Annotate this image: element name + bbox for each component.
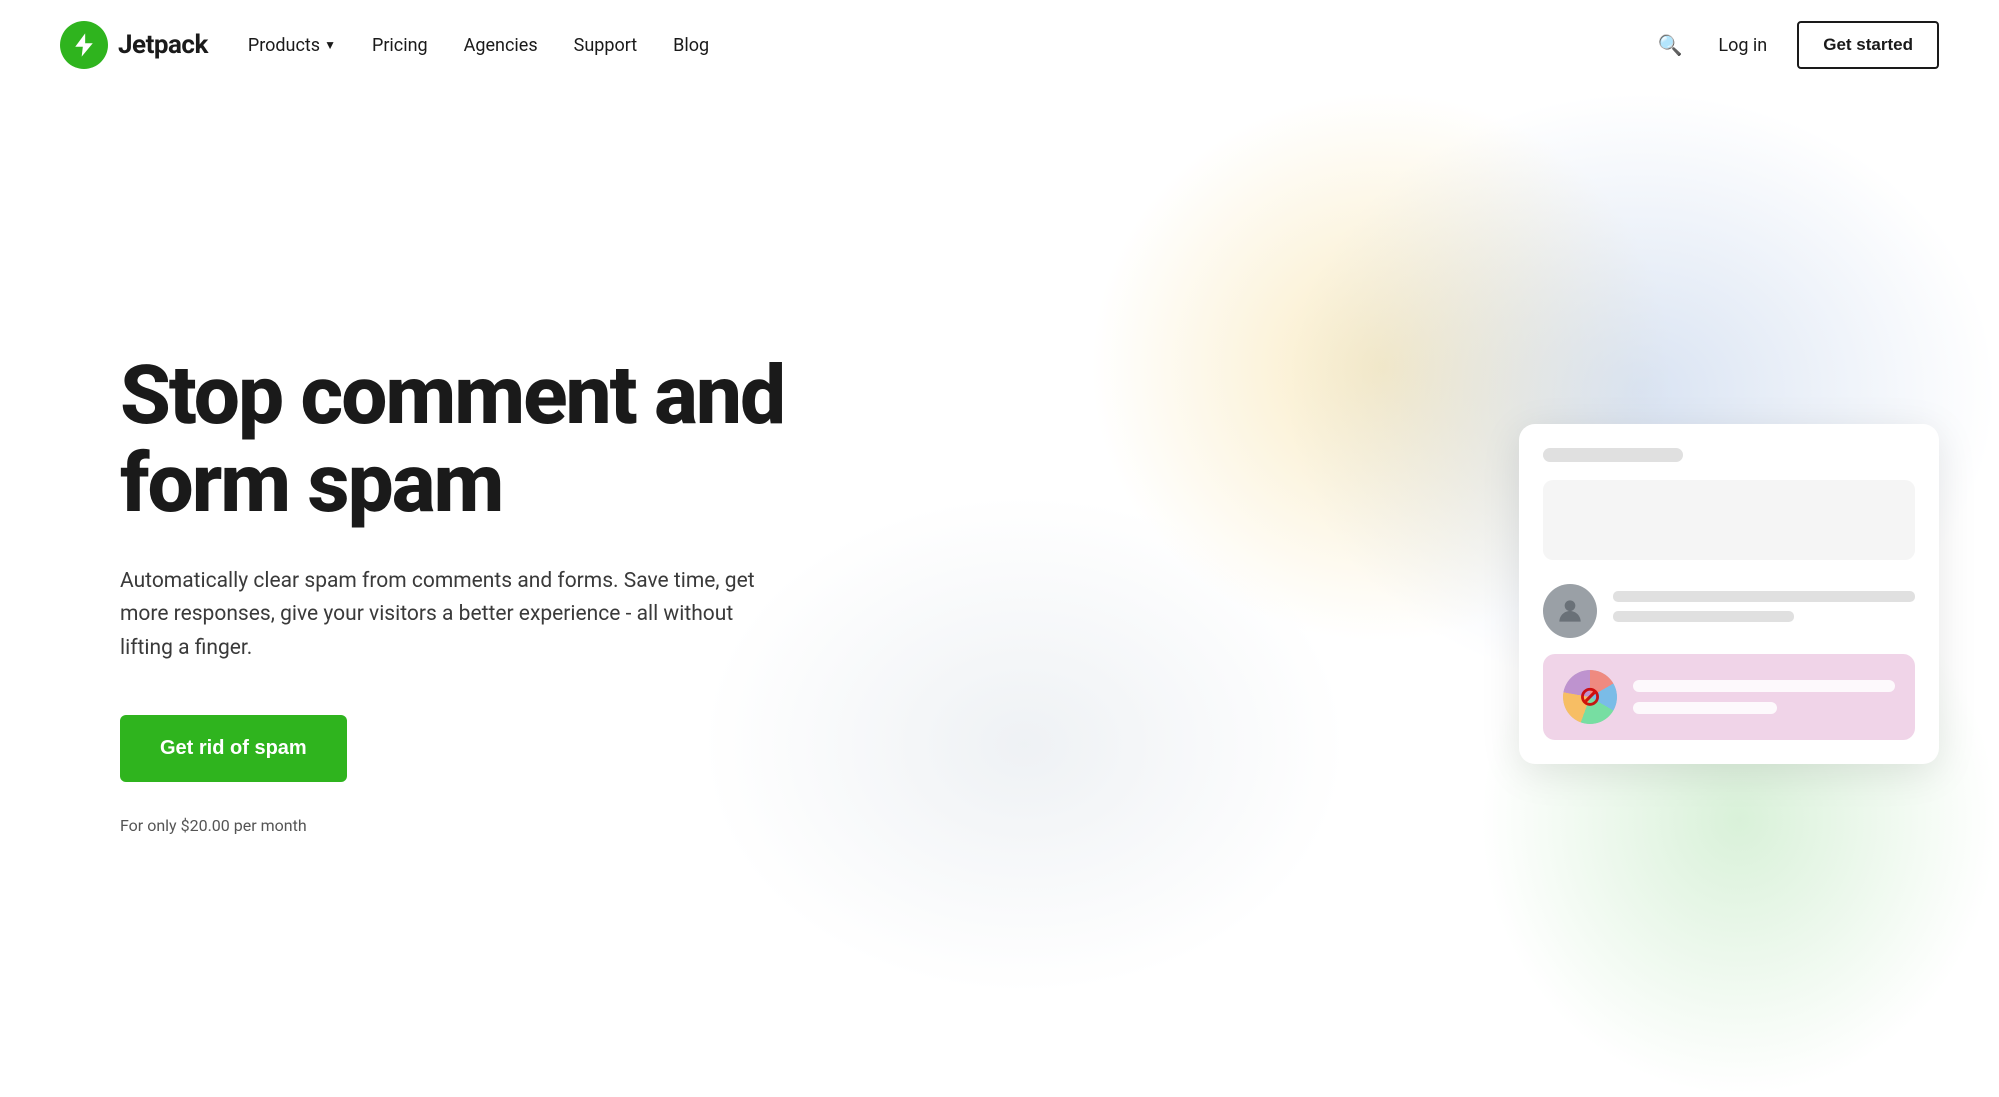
nav-item-support[interactable]: Support xyxy=(574,35,638,56)
hero-section: Stop comment and form spam Automatically… xyxy=(0,90,1999,1097)
lightning-bolt-icon xyxy=(70,31,98,59)
chevron-down-icon: ▼ xyxy=(324,38,336,52)
spam-row: ⊘ xyxy=(1543,654,1915,740)
comment-line-2 xyxy=(1613,611,1794,622)
agencies-label: Agencies xyxy=(464,35,538,56)
comment-card: ⊘ xyxy=(1519,424,1939,764)
agencies-link[interactable]: Agencies xyxy=(464,35,538,56)
logo-link[interactable]: Jetpack xyxy=(60,21,208,69)
pricing-link[interactable]: Pricing xyxy=(372,35,428,56)
nav-item-products[interactable]: Products ▼ xyxy=(248,35,336,56)
spam-lines xyxy=(1633,680,1895,714)
hero-description: Automatically clear spam from comments a… xyxy=(120,565,770,666)
brand-name: Jetpack xyxy=(118,30,208,60)
comment-line-1 xyxy=(1613,591,1915,602)
products-link[interactable]: Products ▼ xyxy=(248,35,336,56)
card-header-bar xyxy=(1543,448,1683,462)
hero-content: Stop comment and form spam Automatically… xyxy=(120,352,900,836)
comment-row-normal xyxy=(1543,584,1915,638)
spam-line-2 xyxy=(1633,702,1777,714)
spam-ban-overlay: ⊘ xyxy=(1563,670,1617,724)
login-label: Log in xyxy=(1718,35,1767,56)
card-content-block xyxy=(1543,480,1915,560)
nav-item-blog[interactable]: Blog xyxy=(673,35,709,56)
blog-label: Blog xyxy=(673,35,709,56)
nav-right: 🔍 Log in Get started xyxy=(1651,21,1939,69)
nav-links: Products ▼ Pricing Agencies Support xyxy=(248,35,709,56)
nav-left: Jetpack Products ▼ Pricing Agencies xyxy=(60,21,709,69)
blog-link[interactable]: Blog xyxy=(673,35,709,56)
comment-lines xyxy=(1613,591,1915,631)
person-icon xyxy=(1554,595,1586,627)
hero-title: Stop comment and form spam xyxy=(120,352,900,529)
price-note: For only $20.00 per month xyxy=(120,816,900,835)
nav-item-agencies[interactable]: Agencies xyxy=(464,35,538,56)
products-label: Products xyxy=(248,35,320,56)
support-label: Support xyxy=(574,35,638,56)
avatar xyxy=(1543,584,1597,638)
hero-illustration: ⊘ xyxy=(1519,424,1939,764)
login-link[interactable]: Log in xyxy=(1718,35,1767,56)
ban-icon: ⊘ xyxy=(1579,682,1601,712)
nav-item-pricing[interactable]: Pricing xyxy=(372,35,428,56)
search-icon: 🔍 xyxy=(1657,35,1682,57)
support-link[interactable]: Support xyxy=(574,35,638,56)
spam-line-1 xyxy=(1633,680,1895,692)
search-button[interactable]: 🔍 xyxy=(1651,27,1688,64)
navbar: Jetpack Products ▼ Pricing Agencies xyxy=(0,0,1999,90)
get-started-button[interactable]: Get started xyxy=(1797,21,1939,69)
cta-button[interactable]: Get rid of spam xyxy=(120,715,347,782)
spam-avatar: ⊘ xyxy=(1563,670,1617,724)
jetpack-logo-icon xyxy=(60,21,108,69)
pricing-label: Pricing xyxy=(372,35,428,56)
